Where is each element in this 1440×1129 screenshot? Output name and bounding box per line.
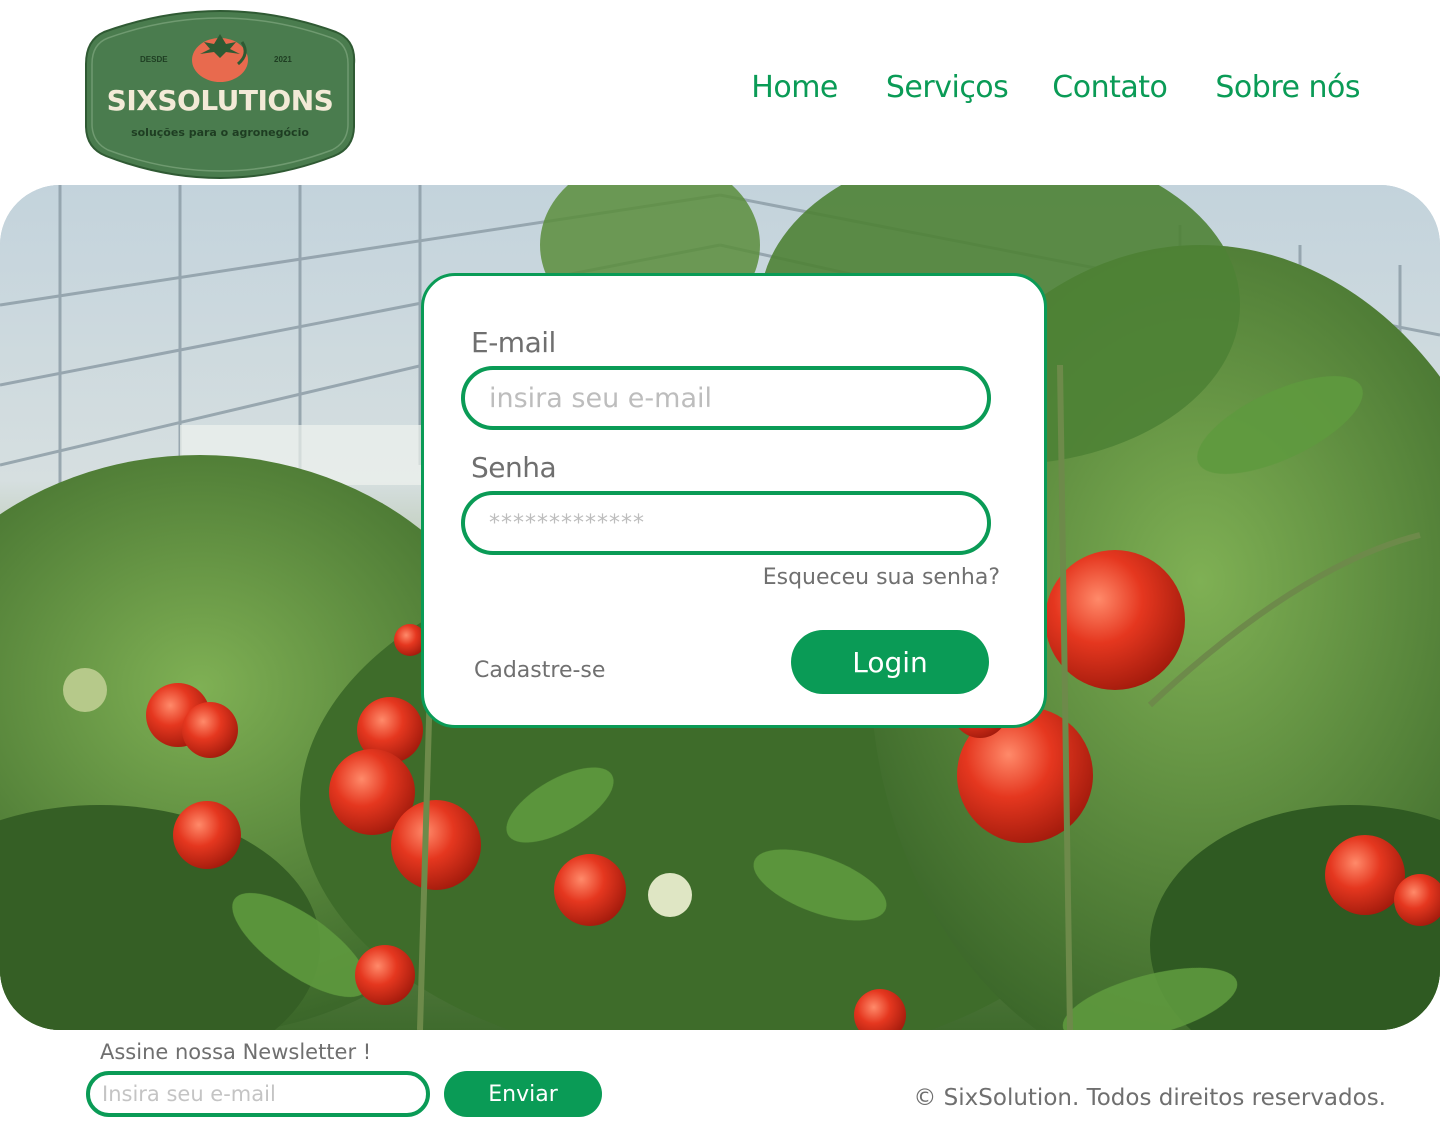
logo-since-label: DESDE [140,55,168,64]
main-nav: Home Serviços Contato Sobre nós [751,70,1360,105]
logo-brand-name: SIXSOLUTIONS [106,84,334,117]
login-button[interactable]: Login [791,630,989,694]
newsletter-label: Assine nossa Newsletter ! [100,1040,372,1064]
newsletter-email-input[interactable] [86,1071,430,1117]
password-field[interactable] [461,491,991,555]
password-label: Senha [471,451,557,484]
newsletter-send-button[interactable]: Enviar [444,1071,602,1117]
email-label: E-mail [471,326,556,359]
nav-item-services[interactable]: Serviços [886,70,1009,105]
nav-item-home[interactable]: Home [751,70,838,105]
logo-tagline: soluções para o agronegócio [131,126,309,139]
email-field[interactable] [461,366,991,430]
nav-item-contact[interactable]: Contato [1052,70,1168,105]
login-card: E-mail Senha Esqueceu sua senha? Cadastr… [421,273,1047,728]
forgot-password-link[interactable]: Esqueceu sua senha? [763,565,1000,590]
copyright-text: © SixSolution. Todos direitos reservados… [913,1085,1386,1111]
logo[interactable]: DESDE 2021 SIXSOLUTIONS soluções para o … [84,4,356,184]
signup-link[interactable]: Cadastre-se [474,658,605,683]
nav-item-about[interactable]: Sobre nós [1215,70,1360,105]
logo-year: 2021 [274,55,292,64]
